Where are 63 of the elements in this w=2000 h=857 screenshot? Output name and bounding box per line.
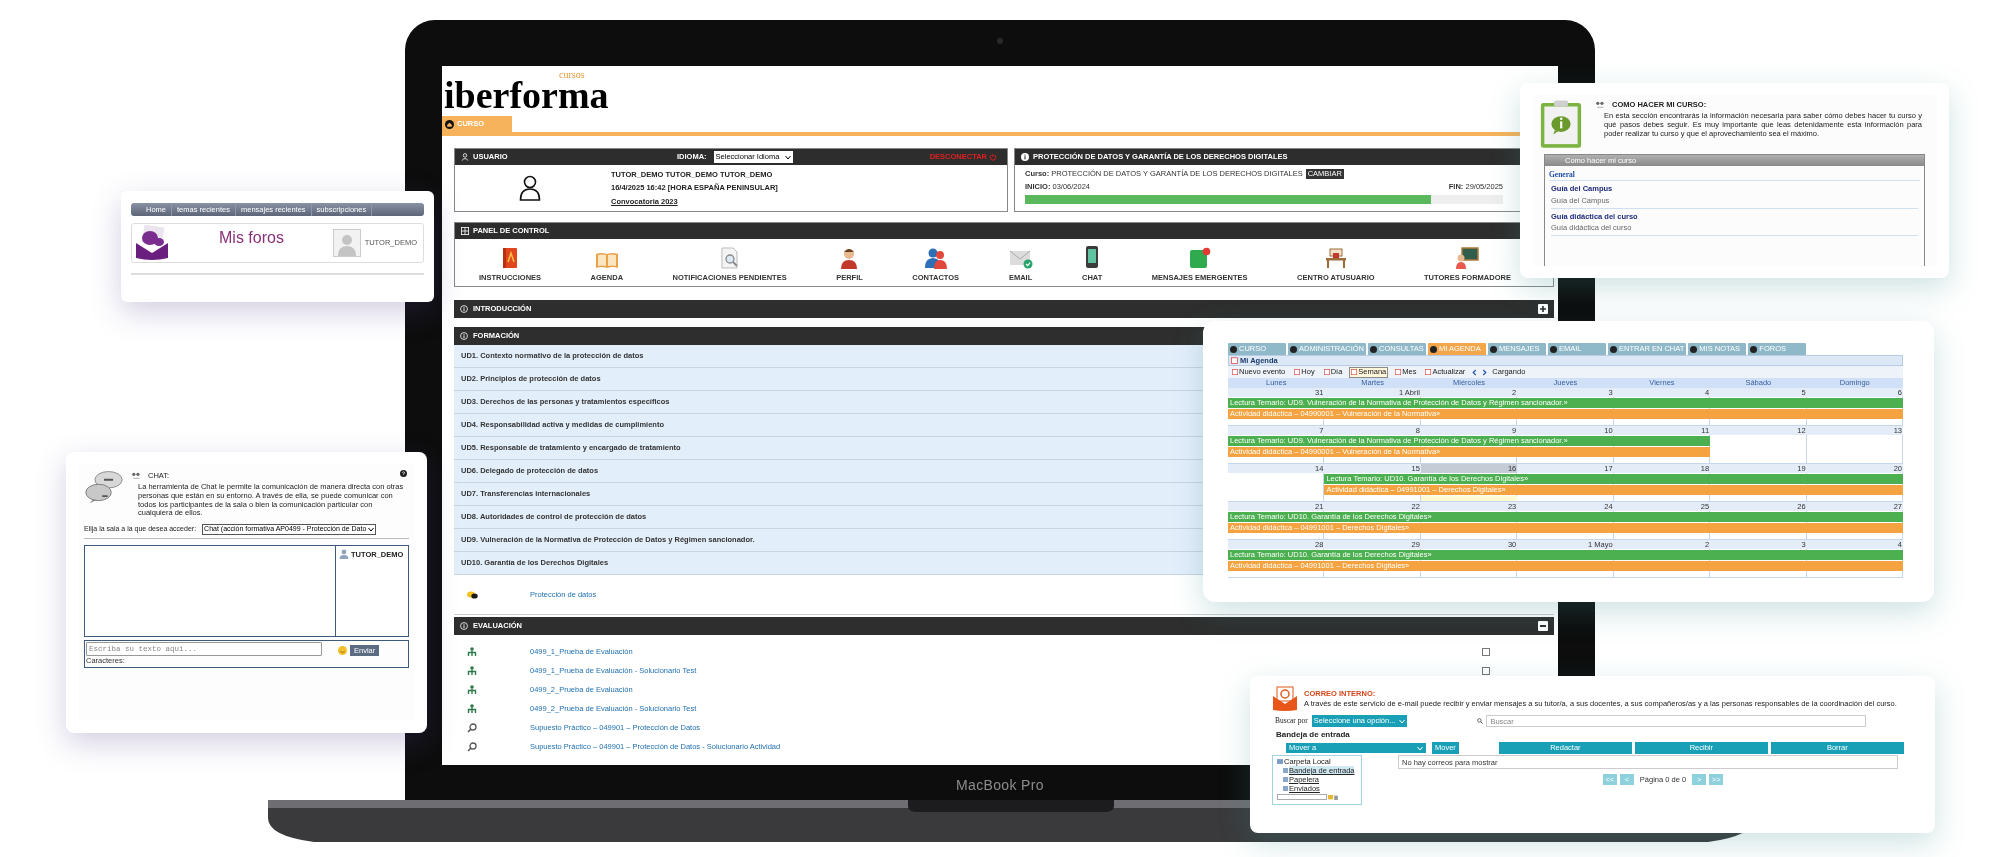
person-icon (461, 153, 469, 161)
trash-icon[interactable] (1334, 794, 1338, 800)
logo-tagline: cursos (559, 70, 585, 80)
hierarchy-icon (467, 703, 477, 714)
collapse-button[interactable] (1538, 621, 1548, 631)
mail-at-icon (1272, 686, 1298, 712)
chevron-down-icon (785, 154, 792, 160)
people-icon (923, 246, 948, 269)
chevron-down-icon (1417, 745, 1423, 751)
tab-icon (1430, 345, 1437, 353)
forum-title: Mis foros (219, 228, 284, 248)
magnifier-icon (467, 722, 477, 733)
minus-icon (1540, 625, 1546, 627)
chevron-down-icon (1399, 718, 1406, 724)
info-icon (460, 622, 468, 630)
avatar-placeholder-icon (332, 229, 361, 257)
tab-icon (1290, 345, 1297, 353)
home-icon (445, 119, 454, 129)
envelope-icon (1008, 248, 1033, 269)
folder-name-field[interactable] (1277, 794, 1327, 800)
smiley-icon (338, 645, 347, 655)
user-icon (339, 549, 349, 560)
clipboard-info-icon (1540, 99, 1582, 149)
notification-icon (1188, 246, 1211, 269)
user-avatar-icon (519, 175, 541, 201)
magnifier-icon (467, 741, 477, 752)
checkbox[interactable] (1482, 647, 1490, 656)
grid-icon (461, 227, 469, 235)
tab-icon (1690, 345, 1698, 353)
power-icon (989, 153, 997, 161)
quote-icon (1596, 101, 1604, 109)
info-icon (1021, 153, 1029, 161)
chevron-down-icon (368, 526, 375, 532)
plus-icon (1540, 306, 1546, 312)
tab-icon (1610, 345, 1617, 353)
desk-icon (1323, 246, 1348, 269)
open-book-icon (594, 250, 619, 269)
hierarchy-icon (467, 646, 477, 657)
info-icon (460, 305, 468, 313)
document-search-icon (720, 246, 739, 269)
person-icon (840, 246, 859, 269)
phone-icon (1084, 244, 1101, 269)
hierarchy-icon (467, 665, 477, 676)
hierarchy-icon (467, 684, 477, 695)
speech-bubbles-icon (84, 470, 124, 504)
quote-icon (132, 472, 140, 480)
envelope-chat-icon (135, 225, 169, 261)
search-icon (1477, 718, 1484, 724)
tab-icon (1550, 345, 1557, 353)
device-label: MacBook Pro (956, 777, 1044, 793)
folder-title: Bandeja de entrada (1275, 729, 1350, 741)
tab-icon (1230, 345, 1237, 353)
tab-icon (1370, 345, 1377, 353)
chat-bubbles-icon (467, 590, 478, 599)
tab-icon (1750, 345, 1758, 353)
board-icon (1455, 246, 1480, 269)
logo-text: iberforma (444, 80, 609, 111)
info-icon (460, 332, 468, 340)
tab-icon (1490, 345, 1497, 353)
book-icon (502, 246, 519, 269)
help-icon (400, 470, 407, 477)
checkbox[interactable] (1482, 666, 1490, 675)
expand-button[interactable] (1538, 304, 1548, 314)
